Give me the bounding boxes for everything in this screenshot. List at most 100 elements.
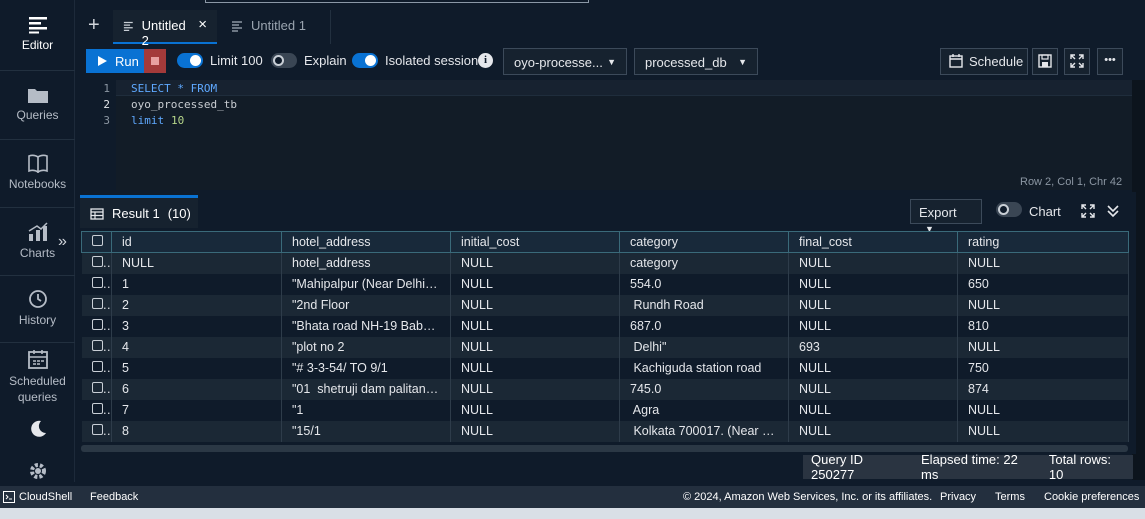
row-checkbox[interactable] bbox=[81, 315, 112, 337]
line-number: 1 bbox=[103, 82, 110, 95]
rail-item-queries[interactable]: Queries bbox=[0, 86, 75, 122]
table-row[interactable]: 6 "01 shetruji dam palitana road NULL 745.0… bbox=[81, 378, 1129, 400]
row-checkbox[interactable] bbox=[81, 336, 112, 358]
isolated-session-toggle[interactable] bbox=[352, 53, 378, 68]
result-tab-count: (10) bbox=[167, 206, 191, 221]
limit-label: Limit 100 bbox=[210, 53, 263, 68]
horizontal-scrollbar[interactable] bbox=[81, 445, 1128, 452]
table-row[interactable]: 2 "2nd Floor NULL Rundh Road NULL NULL bbox=[81, 294, 1129, 316]
book-icon bbox=[27, 154, 48, 173]
schedule-button[interactable]: Schedule bbox=[940, 48, 1028, 75]
table-cell: 554.0 bbox=[619, 273, 789, 295]
collapse-results-icon[interactable] bbox=[1106, 204, 1120, 218]
column-header-category[interactable]: category bbox=[619, 231, 789, 253]
explain-toggle[interactable] bbox=[271, 53, 297, 68]
rail-label-charts: Charts bbox=[19, 246, 56, 260]
rail-divider bbox=[0, 275, 75, 276]
table-cell: 687.0 bbox=[619, 315, 789, 337]
gear-icon bbox=[29, 463, 46, 479]
table-cell: "# 3-3-54/ TO 9/1 bbox=[281, 357, 451, 379]
table-cell: NULL bbox=[450, 315, 620, 337]
table-row[interactable]: NULL hotel_address NULL category NULL NULL bbox=[81, 252, 1129, 274]
results-table-body: NULL hotel_address NULL category NULL NULL 1 "M… bbox=[81, 252, 1129, 442]
column-header-initial-cost[interactable]: initial_cost bbox=[450, 231, 620, 253]
cloudshell-link[interactable]: CloudShell bbox=[19, 491, 72, 503]
stop-button[interactable] bbox=[144, 49, 166, 73]
expand-results-icon[interactable] bbox=[1081, 204, 1095, 218]
run-button[interactable]: Run bbox=[86, 49, 144, 73]
cookie-preferences-link[interactable]: Cookie preferences bbox=[1044, 491, 1139, 503]
rail-item-scheduled-queries[interactable]: Scheduled queries bbox=[0, 349, 75, 405]
stop-icon bbox=[151, 57, 159, 65]
table-row[interactable]: 3 "Bhata road NH-19 Babarpur NULL 687.0 NULL… bbox=[81, 315, 1129, 337]
close-icon[interactable]: × bbox=[198, 17, 207, 42]
expand-sidebar-icon[interactable]: » bbox=[58, 233, 67, 251]
query-toolbar: Run Limit 100 Explain Isolated session i… bbox=[76, 45, 1145, 80]
table-cell: 3 bbox=[111, 315, 282, 337]
more-options-button[interactable]: ••• bbox=[1097, 48, 1123, 75]
code-line-1: SELECT * FROM bbox=[131, 82, 218, 95]
sql-editor[interactable]: 1 2 3 SELECT * FROM oyo_processed_tb lim… bbox=[76, 80, 1132, 190]
catalog-select[interactable]: oyo-processe... ▼ bbox=[503, 48, 627, 75]
fullscreen-button[interactable] bbox=[1064, 48, 1090, 75]
rail-item-history[interactable]: History bbox=[0, 289, 75, 327]
table-cell: NULL bbox=[450, 252, 620, 274]
table-cell: "Mahipalpur (Near Delhi Airport) bbox=[281, 273, 451, 295]
tab-untitled-1[interactable]: Untitled 1 bbox=[221, 10, 331, 44]
table-row[interactable]: 1"Mahipalpur (Near Delhi Airport)NULL554… bbox=[81, 273, 1129, 295]
table-cell: NULL bbox=[957, 294, 1129, 316]
table-row[interactable]: 8"15/1NULL Kolkata 700017. (Near Beckbag… bbox=[81, 420, 1129, 442]
select-all-checkbox[interactable] bbox=[81, 231, 112, 253]
table-cell: NULL bbox=[111, 252, 282, 274]
table-row[interactable]: 7 "1 NULL Agra NULL NULL bbox=[81, 399, 1129, 421]
caret-down-icon: ▼ bbox=[607, 57, 616, 67]
column-header-final-cost[interactable]: final_cost bbox=[788, 231, 958, 253]
table-cell: Kolkata 700017. (Near Beckbagan) bbox=[619, 420, 789, 442]
row-checkbox[interactable] bbox=[81, 399, 112, 421]
row-checkbox[interactable] bbox=[81, 357, 112, 379]
table-cell: NULL bbox=[450, 336, 620, 358]
column-header-hotel-address[interactable]: hotel_address bbox=[281, 231, 451, 253]
row-checkbox[interactable] bbox=[81, 420, 112, 442]
clock-icon bbox=[28, 290, 47, 308]
database-select[interactable]: processed_db ▼ bbox=[634, 48, 758, 75]
export-button[interactable]: Export ▼ bbox=[910, 199, 982, 234]
chart-toggle[interactable] bbox=[996, 202, 1022, 217]
query-tab-icon bbox=[123, 21, 133, 32]
calendar-icon bbox=[949, 54, 963, 68]
rail-item-notebooks[interactable]: Notebooks bbox=[0, 153, 75, 191]
query-id: Query ID 250277 bbox=[811, 452, 864, 482]
settings-button[interactable] bbox=[0, 460, 75, 484]
query-tab-icon bbox=[232, 21, 242, 32]
table-cell: NULL bbox=[788, 252, 958, 274]
table-cell: hotel_address bbox=[281, 252, 451, 274]
feedback-link[interactable]: Feedback bbox=[90, 491, 138, 503]
play-icon bbox=[98, 56, 107, 66]
table-row[interactable]: 4 "plot no 2 NULL Delhi" 693 NULL bbox=[81, 336, 1129, 358]
table-cell: NULL bbox=[450, 399, 620, 421]
result-tab[interactable]: Result 1 (10) bbox=[80, 195, 198, 228]
row-checkbox[interactable] bbox=[81, 294, 112, 316]
tab-untitled-2[interactable]: Untitled 2 × bbox=[113, 10, 217, 48]
theme-toggle[interactable] bbox=[0, 419, 75, 443]
results-panel: Result 1 (10) Export ▼ Chart id hotel_ad… bbox=[76, 192, 1136, 454]
terms-link[interactable]: Terms bbox=[995, 491, 1025, 503]
column-header-rating[interactable]: rating bbox=[957, 231, 1129, 253]
table-row[interactable]: 5 "# 3-3-54/ TO 9/1 NULL Kachiguda station… bbox=[81, 357, 1129, 379]
privacy-link[interactable]: Privacy bbox=[940, 491, 976, 503]
table-cell: NULL bbox=[788, 399, 958, 421]
row-checkbox[interactable] bbox=[81, 378, 112, 400]
column-header-id[interactable]: id bbox=[111, 231, 282, 253]
table-cell: NULL bbox=[957, 252, 1129, 274]
row-checkbox[interactable] bbox=[81, 252, 112, 274]
table-cell: NULL bbox=[788, 420, 958, 442]
info-icon[interactable]: i bbox=[478, 53, 493, 68]
row-checkbox[interactable] bbox=[81, 273, 112, 295]
new-tab-button[interactable]: + bbox=[88, 15, 100, 35]
table-cell: 7 bbox=[111, 399, 282, 421]
query-status-bar: Query ID 250277 Elapsed time: 22 ms Tota… bbox=[803, 452, 1133, 482]
rail-item-editor[interactable]: Editor bbox=[0, 16, 75, 52]
save-button[interactable] bbox=[1032, 48, 1058, 75]
table-cell: "1 bbox=[281, 399, 451, 421]
limit-toggle[interactable] bbox=[177, 53, 203, 68]
